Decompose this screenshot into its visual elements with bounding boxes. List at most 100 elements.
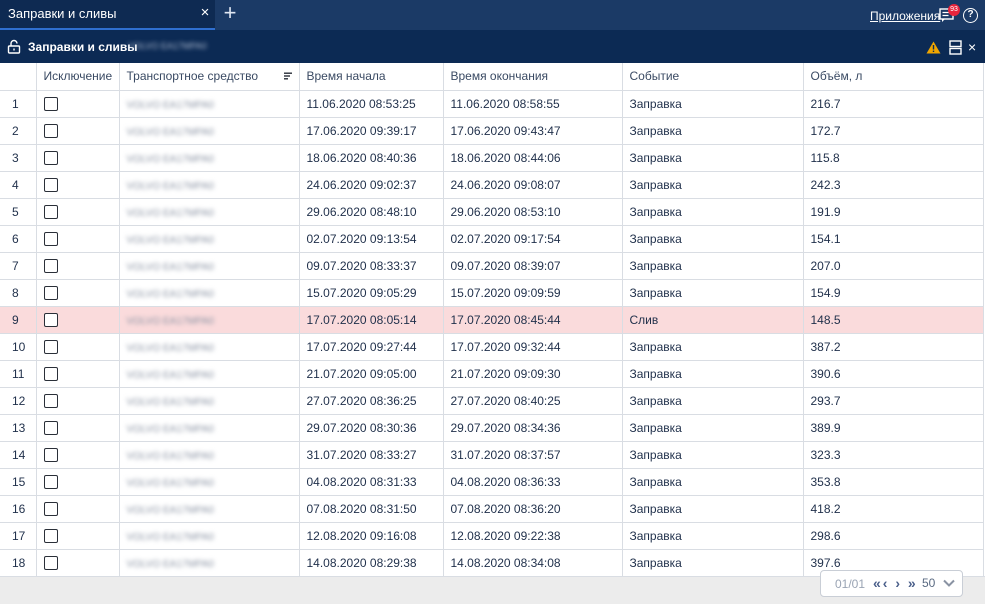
end-time-cell: 29.07.2020 08:34:36	[443, 414, 623, 442]
exclusion-cell	[36, 90, 120, 118]
row-number: 18	[0, 549, 37, 576]
header-index	[0, 63, 37, 91]
exclusion-checkbox[interactable]	[43, 204, 58, 219]
volume-cell: 154.1	[803, 225, 984, 253]
apps-link[interactable]: Приложения	[870, 9, 940, 23]
table-row[interactable]: 5 VOLVO EA17MPA0 29.06.2020 08:48:10 29.06.…	[0, 198, 984, 226]
table-row[interactable]: 12 VOLVO EA17MPA0 27.07.2020 08:36:25 27.07…	[0, 387, 984, 415]
event-cell: Заправка	[622, 117, 804, 145]
exclusion-cell	[36, 225, 120, 253]
exclusion-cell	[36, 387, 120, 415]
vehicle-cell: VOLVO EA17MPA0	[119, 144, 300, 172]
header-end-time[interactable]: Время окончания	[443, 63, 623, 91]
start-time-cell: 21.07.2020 09:05:00	[299, 360, 444, 388]
start-time-cell: 17.07.2020 08:05:14	[299, 306, 444, 334]
exclusion-checkbox[interactable]	[43, 366, 58, 381]
exclusion-checkbox[interactable]	[43, 420, 58, 435]
end-time-cell: 18.06.2020 08:44:06	[443, 144, 623, 172]
vehicle-name: VOLVO EA17MPA0	[126, 315, 214, 327]
exclusion-checkbox[interactable]	[43, 231, 58, 246]
vehicle-name: VOLVO EA17MPA0	[126, 180, 214, 192]
warning-icon[interactable]	[926, 41, 941, 54]
volume-cell: 293.7	[803, 387, 984, 415]
row-number: 5	[0, 198, 37, 226]
table-row[interactable]: 9 VOLVO EA17MPA0 17.07.2020 08:05:14 17.07.…	[0, 306, 984, 334]
exclusion-checkbox[interactable]	[43, 447, 58, 462]
vehicle-cell: VOLVO EA17MPA0	[119, 333, 300, 361]
vehicle-name: VOLVO EA17MPA0	[126, 369, 214, 381]
header-start-time[interactable]: Время начала	[299, 63, 444, 91]
vehicle-name: VOLVO EA17MPA0	[126, 504, 214, 516]
table-row[interactable]: 11 VOLVO EA17MPA0 21.07.2020 09:05:00 21.07…	[0, 360, 984, 388]
exclusion-checkbox[interactable]	[43, 312, 58, 327]
end-time-cell: 15.07.2020 09:09:59	[443, 279, 623, 307]
layout-icon[interactable]	[949, 40, 962, 55]
vehicle-name: VOLVO EA17MPA0	[126, 450, 214, 462]
exclusion-checkbox[interactable]	[43, 258, 58, 273]
page-size-value[interactable]: 50	[922, 576, 935, 590]
start-time-cell: 27.07.2020 08:36:25	[299, 387, 444, 415]
header-volume[interactable]: Объём, л	[803, 63, 984, 91]
table-row[interactable]: 6 VOLVO EA17MPA0 02.07.2020 09:13:54 02.07.…	[0, 225, 984, 253]
exclusion-checkbox[interactable]	[43, 393, 58, 408]
header-exclusion[interactable]: Исключение	[36, 63, 120, 91]
table-row[interactable]: 4 VOLVO EA17MPA0 24.06.2020 09:02:37 24.06.…	[0, 171, 984, 199]
exclusion-checkbox[interactable]	[43, 150, 58, 165]
table-row[interactable]: 16 VOLVO EA17MPA0 07.08.2020 08:31:50 07.08…	[0, 495, 984, 523]
table-row[interactable]: 1 VOLVO EA17MPA0 11.06.2020 08:53:25 11.06.…	[0, 90, 984, 118]
sort-icon[interactable]	[283, 72, 292, 80]
end-time-cell: 12.08.2020 09:22:38	[443, 522, 623, 550]
vehicle-cell: VOLVO EA17MPA0	[119, 495, 300, 523]
vehicle-name: VOLVO EA17MPA0	[126, 423, 214, 435]
vehicle-cell: VOLVO EA17MPA0	[119, 522, 300, 550]
end-time-cell: 17.07.2020 08:45:44	[443, 306, 623, 334]
data-grid: Исключение Транспортное средство Время н…	[0, 63, 985, 576]
add-tab-icon[interactable]: +	[219, 2, 241, 26]
row-number: 8	[0, 279, 37, 307]
exclusion-checkbox[interactable]	[43, 96, 58, 111]
exclusion-checkbox[interactable]	[43, 177, 58, 192]
start-time-cell: 17.07.2020 09:27:44	[299, 333, 444, 361]
table-row[interactable]: 8 VOLVO EA17MPA0 15.07.2020 09:05:29 15.07.…	[0, 279, 984, 307]
table-row[interactable]: 14 VOLVO EA17MPA0 31.07.2020 08:33:27 31.07…	[0, 441, 984, 469]
pager-nav-arrows[interactable]: «‹ › »	[873, 575, 918, 591]
exclusion-cell	[36, 252, 120, 280]
chevron-down-icon[interactable]	[942, 576, 956, 590]
table-row[interactable]: 10 VOLVO EA17MPA0 17.07.2020 09:27:44 17.07…	[0, 333, 984, 361]
row-number: 15	[0, 468, 37, 496]
table-row[interactable]: 7 VOLVO EA17MPA0 09.07.2020 08:33:37 09.07.…	[0, 252, 984, 280]
tab-refuels-drains[interactable]: Заправки и сливы	[0, 0, 215, 30]
exclusion-checkbox[interactable]	[43, 501, 58, 516]
table-row[interactable]: 17 VOLVO EA17MPA0 12.08.2020 09:16:08 12.08…	[0, 522, 984, 550]
table-row[interactable]: 15 VOLVO EA17MPA0 04.08.2020 08:31:33 04.08…	[0, 468, 984, 496]
exclusion-checkbox[interactable]	[43, 339, 58, 354]
event-cell: Заправка	[622, 549, 804, 576]
lock-icon[interactable]	[7, 39, 21, 54]
table-row[interactable]: 2 VOLVO EA17MPA0 17.06.2020 09:39:17 17.06.…	[0, 117, 984, 145]
table-row[interactable]: 13 VOLVO EA17MPA0 29.07.2020 08:30:36 29.07…	[0, 414, 984, 442]
help-icon[interactable]: ?	[963, 8, 978, 23]
header-vehicle[interactable]: Транспортное средство	[119, 63, 300, 91]
vehicle-name: VOLVO EA17MPA0	[126, 261, 214, 273]
end-time-cell: 04.08.2020 08:36:33	[443, 468, 623, 496]
exclusion-checkbox[interactable]	[43, 285, 58, 300]
exclusion-checkbox[interactable]	[43, 528, 58, 543]
tab-close-icon[interactable]: ×	[198, 0, 212, 28]
tab-bar: Заправки и сливы × + Приложения 93 ?	[0, 0, 985, 30]
vehicle-cell: VOLVO EA17MPA0	[119, 252, 300, 280]
vehicle-cell: VOLVO EA17MPA0	[119, 468, 300, 496]
exclusion-checkbox[interactable]	[43, 474, 58, 489]
table-row[interactable]: 3 VOLVO EA17MPA0 18.06.2020 08:40:36 18.06.…	[0, 144, 984, 172]
start-time-cell: 02.07.2020 09:13:54	[299, 225, 444, 253]
volume-cell: 148.5	[803, 306, 984, 334]
exclusion-checkbox[interactable]	[43, 123, 58, 138]
end-time-cell: 31.07.2020 08:37:57	[443, 441, 623, 469]
event-cell: Заправка	[622, 144, 804, 172]
header-event[interactable]: Событие	[622, 63, 804, 91]
start-time-cell: 07.08.2020 08:31:50	[299, 495, 444, 523]
event-cell: Заправка	[622, 387, 804, 415]
event-cell: Заправка	[622, 171, 804, 199]
exclusion-checkbox[interactable]	[43, 555, 58, 570]
exclusion-cell	[36, 198, 120, 226]
window-close-icon[interactable]: ×	[968, 39, 976, 55]
